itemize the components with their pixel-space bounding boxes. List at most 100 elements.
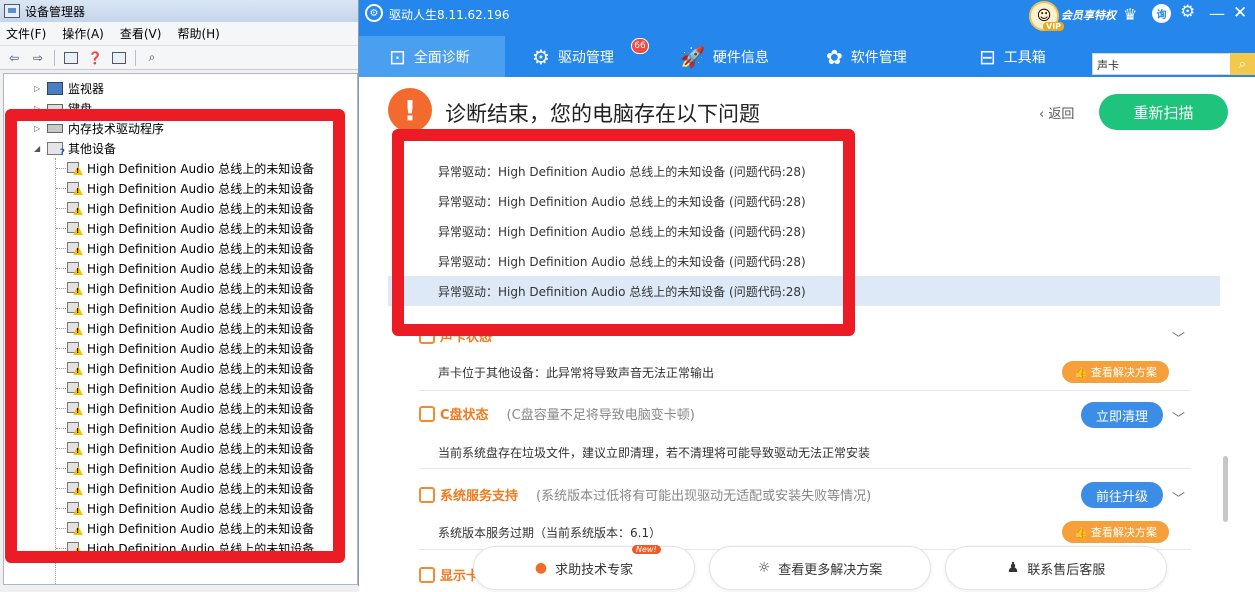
app-header: ⚙ 驱动人生8.11.62.196 ☺ VIP 会员享特权 ♛ 询 ⚙ — ✕ … [359, 0, 1255, 77]
issue-item-selected[interactable]: 异常驱动：High Definition Audio 总线上的未知设备 (问题代… [388, 276, 1220, 306]
tree-category-memory[interactable]: ▷ 内存技术驱动程序 [34, 118, 164, 138]
app-logo-icon: ⚙ [365, 4, 383, 22]
unknown-device-row[interactable]: High Definition Audio 总线上的未知设备 [67, 258, 314, 278]
tree-category-monitor[interactable]: ▷ 监视器 [34, 78, 104, 98]
unknown-device-row[interactable]: High Definition Audio 总线上的未知设备 [67, 218, 314, 238]
view-solution-label: 查看解决方案 [1090, 366, 1157, 379]
chevron-down-icon[interactable]: ﹀ [1172, 328, 1185, 347]
show-hide-tree-icon[interactable] [61, 49, 81, 67]
c-drive-desc: (C盘容量不足将导致电脑变卡顿) [506, 408, 695, 423]
crown-icon[interactable]: ♛ [1123, 5, 1137, 24]
consult-icon[interactable]: 询 [1152, 4, 1171, 23]
unknown-device-row[interactable]: High Definition Audio 总线上的未知设备 [67, 438, 314, 458]
menu-action[interactable]: 操作(A) [62, 25, 104, 42]
tab-toolbox[interactable]: ⊟ 工具箱 [979, 36, 1046, 77]
unknown-device-row[interactable]: High Definition Audio 总线上的未知设备 [67, 518, 314, 538]
unknown-device-row[interactable]: High Definition Audio 总线上的未知设备 [67, 498, 314, 518]
c-drive-section-header[interactable]: C盘状态 (C盘容量不足将导致电脑变卡顿) [419, 404, 695, 423]
tree-category-other[interactable]: ◢ 其他设备 [34, 138, 116, 158]
warning-device-icon [67, 501, 83, 516]
warning-icon: ! [388, 88, 432, 132]
issue-item[interactable]: 异常驱动：High Definition Audio 总线上的未知设备 (问题代… [388, 216, 1220, 246]
device-label: High Definition Audio 总线上的未知设备 [87, 241, 315, 256]
rescan-button[interactable]: 重新扫描 [1099, 94, 1228, 130]
search-input[interactable]: 声卡 [1092, 53, 1231, 75]
sound-card-section-header[interactable]: 声卡状态 [419, 326, 510, 345]
unknown-device-row[interactable]: High Definition Audio 总线上的未知设备 [67, 198, 314, 218]
expand-icon[interactable]: ▷ [34, 124, 44, 133]
clean-now-button[interactable]: 立即清理 [1081, 402, 1163, 428]
tab-software-management[interactable]: ✿ 软件管理 [826, 36, 907, 77]
tree-connector [56, 228, 66, 229]
minimize-icon[interactable]: — [1209, 4, 1225, 23]
unknown-device-row[interactable]: High Definition Audio 总线上的未知设备 [67, 538, 314, 558]
category-label: 内存技术驱动程序 [68, 121, 165, 136]
unknown-device-row[interactable]: High Definition Audio 总线上的未知设备 [67, 238, 314, 258]
warning-device-icon [67, 261, 83, 276]
help-icon[interactable]: ❓ [85, 49, 105, 67]
tab-full-diagnosis[interactable]: ⊡ 全面诊断 [359, 36, 505, 77]
unknown-device-row[interactable]: High Definition Audio 总线上的未知设备 [67, 418, 314, 438]
unknown-device-row[interactable]: High Definition Audio 总线上的未知设备 [67, 178, 314, 198]
ask-expert-button[interactable]: ● 求助技术专家 New! [473, 545, 695, 590]
more-solutions-button[interactable]: ☼ 查看更多解决方案 [709, 546, 931, 590]
back-label: 返回 [1048, 107, 1075, 122]
vip-privilege-link[interactable]: 会员享特权 [1061, 7, 1116, 23]
expand-icon[interactable]: ▷ [34, 104, 44, 113]
tree-connector [56, 348, 66, 349]
menu-view[interactable]: 查看(V) [120, 25, 162, 42]
upgrade-button[interactable]: 前往升级 [1081, 482, 1163, 508]
device-label: High Definition Audio 总线上的未知设备 [87, 441, 315, 456]
issue-item[interactable]: 异常驱动：High Definition Audio 总线上的未知设备 (问题代… [388, 186, 1220, 216]
tab-driver-management[interactable]: ⚙ 驱动管理 [532, 36, 614, 77]
contact-support-button[interactable]: ♟ 联系售后客服 [945, 546, 1167, 590]
unknown-device-row[interactable]: High Definition Audio 总线上的未知设备 [67, 358, 314, 378]
expand-icon[interactable]: ▷ [34, 84, 44, 93]
view-solution-button[interactable]: 👍 查看解决方案 [1062, 521, 1169, 543]
tab-hardware-info[interactable]: 🚀 硬件信息 [680, 36, 769, 77]
close-icon[interactable]: ✕ [1233, 3, 1247, 23]
collapse-icon[interactable]: ◢ [34, 144, 44, 153]
scrollbar[interactable] [1223, 456, 1228, 522]
unknown-device-row[interactable]: High Definition Audio 总线上的未知设备 [67, 278, 314, 298]
issue-item[interactable]: 异常驱动：High Definition Audio 总线上的未知设备 (问题代… [388, 156, 1220, 186]
device-label: High Definition Audio 总线上的未知设备 [87, 521, 315, 536]
unknown-device-row[interactable]: High Definition Audio 总线上的未知设备 [67, 158, 314, 178]
chevron-down-icon[interactable]: ﹀ [1172, 408, 1185, 427]
sound-card-detail: 声卡位于其他设备：此异常将导致声音无法正常输出 [438, 366, 715, 380]
issue-item[interactable]: 异常驱动：High Definition Audio 总线上的未知设备 (问题代… [388, 246, 1220, 276]
properties-icon[interactable] [109, 49, 129, 67]
unknown-device-row[interactable]: High Definition Audio 总线上的未知设备 [67, 298, 314, 318]
tree-category-keyboard[interactable]: ▷ 键盘 [34, 98, 92, 118]
device-label: High Definition Audio 总线上的未知设备 [87, 341, 315, 356]
vip-badge: VIP [1043, 22, 1065, 31]
settings-gear-icon[interactable]: ⚙ [1180, 2, 1195, 22]
warning-device-icon [67, 301, 83, 316]
forward-arrow-icon[interactable]: ⇨ [28, 49, 48, 67]
search-icon[interactable]: ⌕ [1230, 53, 1255, 75]
unknown-device-row[interactable]: High Definition Audio 总线上的未知设备 [67, 478, 314, 498]
unknown-device-row[interactable]: High Definition Audio 总线上的未知设备 [67, 338, 314, 358]
back-arrow-icon[interactable]: ⇦ [4, 49, 24, 67]
unknown-device-row[interactable]: High Definition Audio 总线上的未知设备 [67, 318, 314, 338]
view-solution-label: 查看解决方案 [1090, 526, 1157, 539]
device-label: High Definition Audio 总线上的未知设备 [87, 161, 315, 176]
menu-help[interactable]: 帮助(H) [177, 25, 219, 42]
unknown-device-row[interactable]: High Definition Audio 总线上的未知设备 [67, 378, 314, 398]
scan-hardware-icon[interactable]: ⌕ [142, 49, 162, 67]
warning-device-icon [67, 461, 83, 476]
unknown-device-row[interactable]: High Definition Audio 总线上的未知设备 [67, 398, 314, 418]
system-service-desc: (系统版本过低将有可能出现驱动无适配或安装失败等情况) [536, 489, 872, 504]
unknown-device-row[interactable]: High Definition Audio 总线上的未知设备 [67, 458, 314, 478]
device-label: High Definition Audio 总线上的未知设备 [87, 281, 315, 296]
back-link[interactable]: ‹ 返回 [1039, 103, 1074, 122]
device-tree[interactable]: ▷ 监视器 ▷ 键盘 ▷ 内存技术驱动程序 ◢ 其他设备 High Defini… [3, 73, 358, 585]
menu-file[interactable]: 文件(F) [6, 25, 46, 42]
system-service-section-header[interactable]: 系统服务支持 (系统版本过低将有可能出现驱动无适配或安装失败等情况) [419, 485, 871, 504]
view-solution-button[interactable]: 👍 查看解决方案 [1062, 361, 1169, 383]
warning-device-icon [67, 281, 83, 296]
device-manager-title: 设备管理器 [25, 4, 86, 19]
chevron-down-icon[interactable]: ﹀ [1172, 488, 1185, 507]
driver-count-badge: 66 [631, 38, 649, 54]
warning-device-icon [67, 241, 83, 256]
